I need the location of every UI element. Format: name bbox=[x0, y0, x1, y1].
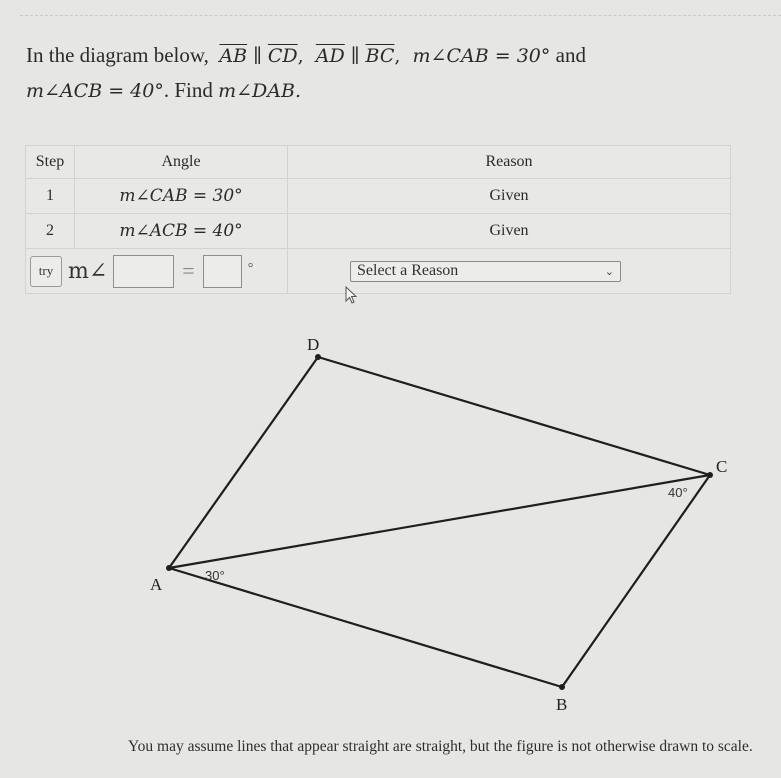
step-number: 1 bbox=[25, 178, 75, 214]
degree-symbol: ° bbox=[247, 260, 254, 276]
given-acb: m∠ACB = 40° bbox=[26, 80, 164, 102]
header-angle: Angle bbox=[74, 145, 288, 179]
chevron-down-icon: ⌄ bbox=[604, 265, 614, 278]
vertex-label-a: A bbox=[150, 575, 163, 594]
step-number: 2 bbox=[25, 213, 75, 249]
vertex-a-point bbox=[166, 565, 172, 571]
try-button[interactable]: try bbox=[30, 255, 62, 287]
try-row: try m∠ = ° Select a Reason ⌄ bbox=[25, 248, 731, 294]
question-intro: In the diagram below, bbox=[26, 43, 209, 67]
vertex-label-c: C bbox=[716, 457, 727, 476]
reason-text: Given bbox=[287, 178, 731, 214]
segment-ab: AB bbox=[219, 45, 248, 67]
parallel-symbol: ∥ bbox=[350, 45, 360, 67]
segment-dc-line bbox=[316, 355, 712, 477]
table-header: Step Angle Reason bbox=[25, 145, 731, 179]
find-target: m∠DAB. bbox=[218, 80, 302, 102]
segment-bc: BC bbox=[365, 45, 395, 67]
footnote: You may assume lines that appear straigh… bbox=[128, 738, 753, 755]
reason-text: Given bbox=[287, 213, 731, 249]
equals-sign: = bbox=[182, 258, 195, 283]
vertex-label-b: B bbox=[556, 695, 567, 714]
angle-degree-input[interactable] bbox=[202, 254, 242, 288]
angle-statement: m∠CAB = 30° bbox=[119, 186, 243, 206]
find-prefix: . Find bbox=[163, 78, 213, 102]
vertex-d-point bbox=[315, 354, 321, 360]
table-row: 1 m∠CAB = 30° Given bbox=[25, 178, 731, 214]
table-row: 2 m∠ACB = 40° Given bbox=[25, 213, 731, 249]
vertex-c-point bbox=[707, 472, 713, 478]
geometry-diagram: D A C B 30° 40° bbox=[150, 335, 727, 714]
reason-select-value: Select a Reason bbox=[357, 262, 459, 279]
header-reason: Reason bbox=[287, 145, 731, 179]
parallel-symbol: ∥ bbox=[253, 45, 262, 67]
top-divider bbox=[20, 15, 781, 16]
segment-ac-line bbox=[167, 473, 712, 570]
angle-vertex-input[interactable] bbox=[113, 254, 175, 288]
angle-statement: m∠ACB = 40° bbox=[119, 221, 243, 241]
segment-cb-line bbox=[560, 473, 712, 689]
vertex-b-point bbox=[559, 684, 565, 690]
vertex-label-d: D bbox=[307, 335, 319, 354]
proof-table: Step Angle Reason 1 m∠CAB = 30° Given 2 … bbox=[25, 145, 731, 294]
question-text: In the diagram below, AB ∥ CD, AD ∥ BC, m∠CA… bbox=[26, 43, 586, 102]
given-cab: m∠CAB = 30° bbox=[412, 45, 551, 67]
header-step: Step bbox=[25, 145, 75, 179]
segment-cd: CD bbox=[267, 45, 298, 67]
segment-ad-line bbox=[167, 355, 320, 570]
segment-ad: AD bbox=[315, 45, 345, 67]
angle-label-c: 40° bbox=[668, 485, 688, 500]
angle-prefix: m∠ bbox=[68, 258, 108, 284]
reason-select[interactable]: Select a Reason ⌄ bbox=[350, 260, 621, 282]
question-and: and bbox=[555, 43, 586, 67]
angle-label-a: 30° bbox=[205, 568, 225, 583]
segment-ab-line bbox=[167, 566, 564, 689]
